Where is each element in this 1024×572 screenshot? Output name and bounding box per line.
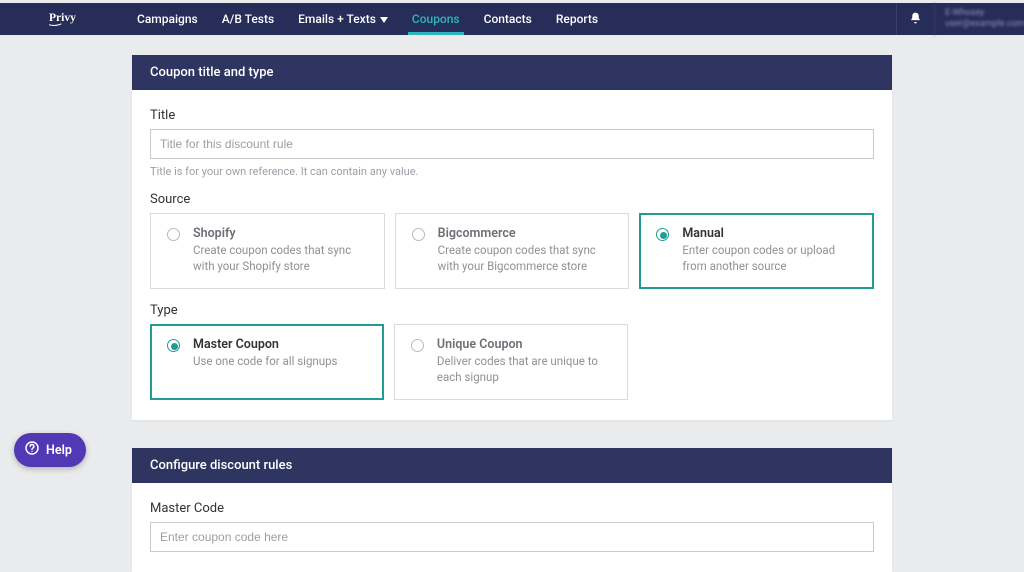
option-desc: Deliver codes that are unique to each si… — [437, 354, 611, 385]
source-label: Source — [150, 192, 874, 207]
top-navbar: Privy Campaigns A/B Tests Emails + Texts… — [0, 3, 1024, 35]
caret-down-icon — [380, 12, 388, 26]
user-menu[interactable]: E-Whosey user@example.com — [934, 3, 1024, 35]
radio-icon — [656, 228, 669, 241]
option-title: Shopify — [193, 226, 368, 241]
radio-icon — [167, 339, 180, 352]
option-desc: Enter coupon codes or upload from anothe… — [682, 243, 857, 274]
option-desc: Create coupon codes that sync with your … — [438, 243, 613, 274]
option-desc: Use one code for all signups — [193, 354, 367, 370]
option-title: Bigcommerce — [438, 226, 613, 241]
option-title: Manual — [682, 226, 857, 241]
nav-label: Emails + Texts — [298, 12, 376, 26]
type-option-unique[interactable]: Unique Coupon Deliver codes that are uni… — [394, 324, 628, 400]
nav-reports[interactable]: Reports — [544, 3, 610, 35]
title-label: Title — [150, 108, 874, 123]
nav-label: A/B Tests — [222, 12, 274, 26]
master-code-input[interactable] — [150, 522, 874, 552]
radio-icon — [411, 339, 424, 352]
panel-configure-rules: Configure discount rules Master Code — [132, 448, 892, 572]
bell-icon — [909, 11, 922, 28]
source-option-shopify[interactable]: Shopify Create coupon codes that sync wi… — [150, 213, 385, 289]
nav-ab-tests[interactable]: A/B Tests — [210, 3, 286, 35]
help-label: Help — [46, 443, 72, 458]
panel-coupon-title-type: Coupon title and type Title Title is for… — [132, 55, 892, 420]
nav-label: Coupons — [412, 12, 460, 26]
help-icon — [24, 440, 46, 460]
panel-header: Configure discount rules — [132, 448, 892, 483]
title-input[interactable] — [150, 129, 874, 159]
nav-label: Reports — [556, 12, 598, 26]
help-widget[interactable]: Help — [14, 433, 86, 467]
brand-logo[interactable]: Privy — [0, 3, 125, 35]
option-title: Unique Coupon — [437, 337, 611, 352]
title-help-text: Title is for your own reference. It can … — [150, 165, 874, 178]
nav-coupons[interactable]: Coupons — [400, 3, 472, 35]
nav-label: Contacts — [484, 12, 532, 26]
user-line1: E-Whosey — [945, 8, 1014, 19]
source-option-manual[interactable]: Manual Enter coupon codes or upload from… — [639, 213, 874, 289]
panel-header: Coupon title and type — [132, 55, 892, 90]
master-code-label: Master Code — [150, 501, 874, 516]
type-option-master[interactable]: Master Coupon Use one code for all signu… — [150, 324, 384, 400]
source-option-bigcommerce[interactable]: Bigcommerce Create coupon codes that syn… — [395, 213, 630, 289]
nav-label: Campaigns — [137, 12, 198, 26]
option-desc: Create coupon codes that sync with your … — [193, 243, 368, 274]
svg-text:Privy: Privy — [49, 12, 76, 24]
user-line2: user@example.com — [945, 19, 1014, 30]
nav-contacts[interactable]: Contacts — [472, 3, 544, 35]
notifications-button[interactable] — [896, 3, 934, 35]
type-label: Type — [150, 303, 874, 318]
nav-campaigns[interactable]: Campaigns — [125, 3, 210, 35]
radio-icon — [412, 228, 425, 241]
radio-icon — [167, 228, 180, 241]
nav-emails-texts[interactable]: Emails + Texts — [286, 3, 400, 35]
option-title: Master Coupon — [193, 337, 367, 352]
